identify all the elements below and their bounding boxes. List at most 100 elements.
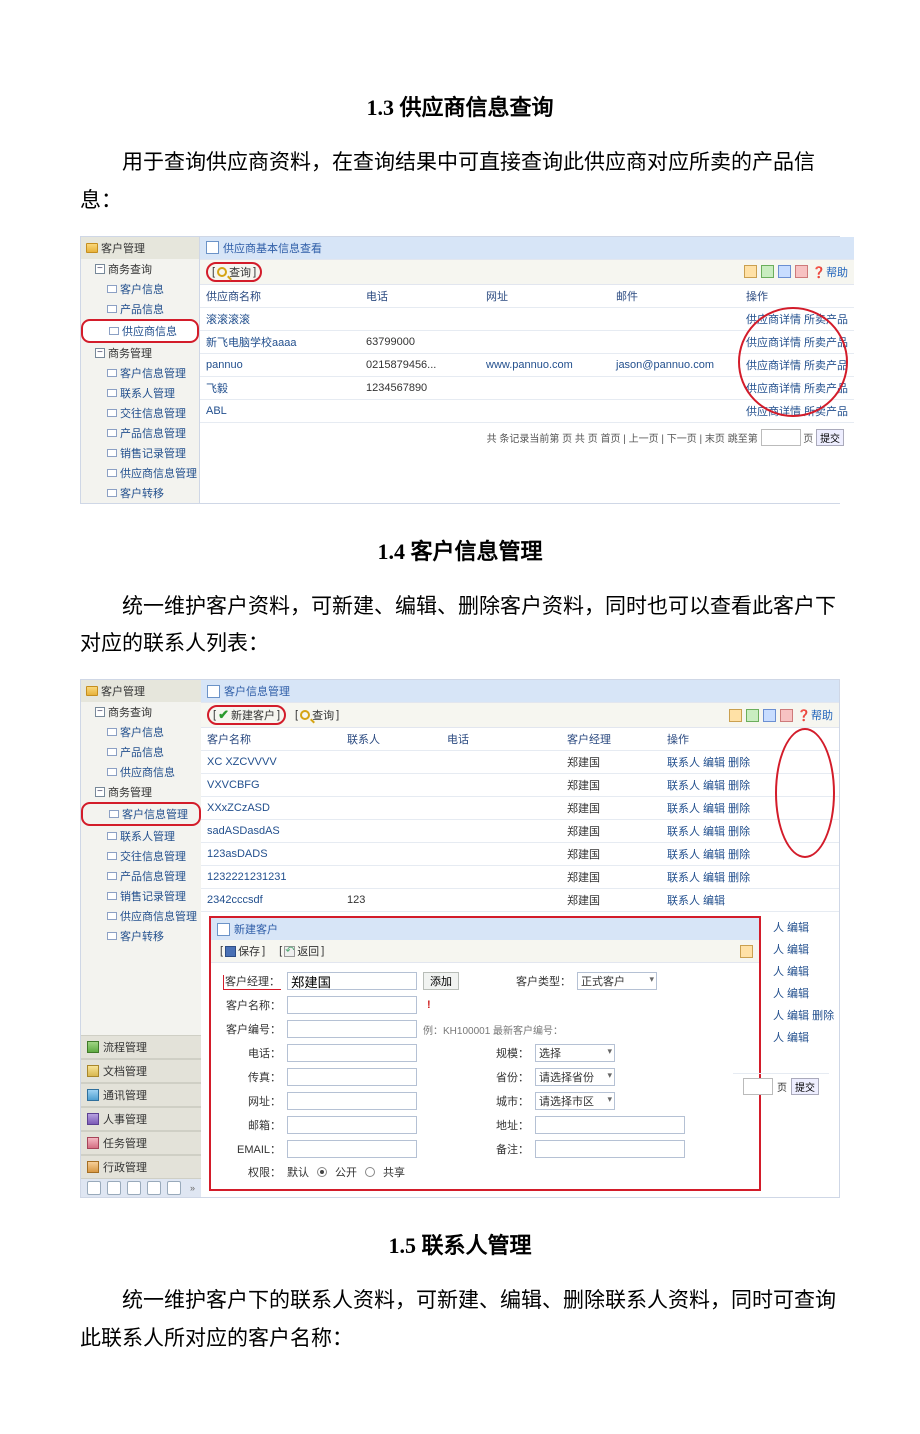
collapse-icon[interactable] xyxy=(95,707,105,717)
name-input[interactable] xyxy=(287,996,417,1014)
supplier-link[interactable]: ABL xyxy=(206,405,227,417)
toolbar-icon[interactable] xyxy=(778,265,791,278)
email-input[interactable] xyxy=(287,1140,417,1158)
radio-share[interactable] xyxy=(365,1167,375,1177)
tree-leaf[interactable]: 销售记录管理 xyxy=(81,443,199,463)
tree-leaf[interactable]: 产品信息 xyxy=(81,742,201,762)
tree-leaf-supplier-info[interactable]: 供应商信息 xyxy=(81,319,199,343)
sidegroup-addr[interactable]: 通讯管理 xyxy=(81,1083,201,1107)
sidegroup-hr[interactable]: 人事管理 xyxy=(81,1107,201,1131)
row-actions[interactable]: 供应商详情 所卖产品 xyxy=(746,334,848,350)
supplier-link[interactable]: 滚滚滚滚 xyxy=(206,314,250,326)
row-actions[interactable]: 人 编辑 xyxy=(769,960,839,982)
row-actions[interactable]: 人 编辑 xyxy=(769,1026,839,1048)
tree-leaf[interactable]: 联系人管理 xyxy=(81,826,201,846)
tree-leaf[interactable]: 客户转移 xyxy=(81,483,199,503)
customer-link[interactable]: 123asDADS xyxy=(207,848,268,860)
site-link[interactable]: www.pannuo.com xyxy=(486,359,573,371)
new-customer-button[interactable]: [✔ 新建客户] xyxy=(207,705,286,725)
row-actions[interactable]: 联系人 编辑 删除 xyxy=(667,777,833,793)
tree-group-2[interactable]: 商务管理 xyxy=(81,343,199,363)
tree-leaf[interactable]: 客户转移 xyxy=(81,926,201,946)
sidegroup-admin[interactable]: 行政管理 xyxy=(81,1155,201,1179)
pager-submit[interactable]: 提交 xyxy=(791,1078,819,1095)
tree-leaf[interactable]: 客户信息管理 xyxy=(81,363,199,383)
sidegroup-doc[interactable]: 文档管理 xyxy=(81,1059,201,1083)
row-actions[interactable]: 联系人 编辑 删除 xyxy=(667,823,833,839)
code-input[interactable] xyxy=(287,1020,417,1038)
bb-icon[interactable] xyxy=(147,1181,161,1195)
pager-input[interactable] xyxy=(743,1078,773,1095)
row-actions[interactable]: 联系人 编辑 删除 xyxy=(667,800,833,816)
addr-input[interactable] xyxy=(535,1116,685,1134)
tel-input[interactable] xyxy=(287,1044,417,1062)
customer-link[interactable]: 2342cccsdf xyxy=(207,894,263,906)
supplier-link[interactable]: pannuo xyxy=(206,359,243,371)
bb-icon[interactable] xyxy=(107,1181,121,1195)
toolbar-icon[interactable] xyxy=(740,945,753,958)
row-actions[interactable]: 联系人 编辑 删除 xyxy=(667,869,833,885)
tree-leaf-product-info[interactable]: 产品信息 xyxy=(81,299,199,319)
mgr-input[interactable] xyxy=(287,972,417,990)
supplier-link[interactable]: 飞毅 xyxy=(206,383,228,395)
bb-icon[interactable] xyxy=(87,1181,101,1195)
row-actions[interactable]: 联系人 编辑 xyxy=(667,892,833,908)
tree-leaf[interactable]: 联系人管理 xyxy=(81,383,199,403)
tree-leaf[interactable]: 销售记录管理 xyxy=(81,886,201,906)
toolbar-icon[interactable] xyxy=(744,265,757,278)
tree-leaf[interactable]: 产品信息管理 xyxy=(81,866,201,886)
toolbar-icon[interactable] xyxy=(795,265,808,278)
tree-leaf[interactable]: 交往信息管理 xyxy=(81,403,199,423)
back-button[interactable]: [ 返回] xyxy=(276,942,327,960)
row-actions[interactable]: 人 编辑 删除 xyxy=(769,1004,839,1026)
tree-leaf[interactable]: 供应商信息管理 xyxy=(81,906,201,926)
remark-input[interactable] xyxy=(535,1140,685,1158)
sidegroup-flow[interactable]: 流程管理 xyxy=(81,1035,201,1059)
customer-link[interactable]: XC XZCVVVV xyxy=(207,756,277,768)
toolbar-icon[interactable] xyxy=(761,265,774,278)
mail-input[interactable] xyxy=(287,1116,417,1134)
tree-leaf[interactable]: 产品信息管理 xyxy=(81,423,199,443)
collapse-icon[interactable] xyxy=(95,264,105,274)
tree-leaf[interactable]: 供应商信息管理 xyxy=(81,463,199,483)
help-link[interactable]: ❓帮助 xyxy=(797,707,833,723)
row-actions[interactable]: 人 编辑 xyxy=(769,982,839,1004)
row-actions[interactable]: 联系人 编辑 删除 xyxy=(667,754,833,770)
type-select[interactable]: 正式客户 xyxy=(577,972,657,990)
tree-leaf-customer-mgmt[interactable]: 客户信息管理 xyxy=(81,802,201,826)
row-actions[interactable]: 供应商详情 所卖产品 xyxy=(746,357,848,373)
toolbar-icon[interactable] xyxy=(746,709,759,722)
row-actions[interactable]: 供应商详情 所卖产品 xyxy=(746,311,848,327)
prov-select[interactable]: 请选择省份 xyxy=(535,1068,615,1086)
customer-link[interactable]: sadASDasdAS xyxy=(207,825,280,837)
customer-link[interactable]: XXxZCzASD xyxy=(207,802,270,814)
row-actions[interactable]: 供应商详情 所卖产品 xyxy=(746,403,848,419)
customer-link[interactable]: 1232221231231 xyxy=(207,871,287,883)
bb-icon[interactable] xyxy=(167,1181,181,1195)
row-actions[interactable]: 人 编辑 xyxy=(769,938,839,960)
city-select[interactable]: 请选择市区 xyxy=(535,1092,615,1110)
search-button[interactable]: [ 查询] xyxy=(292,706,342,724)
row-actions[interactable]: 人 编辑 xyxy=(769,916,839,938)
toolbar-icon[interactable] xyxy=(763,709,776,722)
radio-public[interactable] xyxy=(317,1167,327,1177)
pager-submit[interactable]: 提交 xyxy=(816,429,844,446)
bb-icon[interactable] xyxy=(127,1181,141,1195)
tree-leaf[interactable]: 客户信息 xyxy=(81,722,201,742)
tree-leaf[interactable]: 供应商信息 xyxy=(81,762,201,782)
search-button[interactable]: [ 查询] xyxy=(206,262,262,282)
toolbar-icon[interactable] xyxy=(729,709,742,722)
sidegroup-task[interactable]: 任务管理 xyxy=(81,1131,201,1155)
site-input[interactable] xyxy=(287,1092,417,1110)
row-actions[interactable]: 供应商详情 所卖产品 xyxy=(746,380,848,396)
tree-group-1[interactable]: 商务查询 xyxy=(81,259,199,279)
collapse-icon[interactable] xyxy=(95,787,105,797)
collapse-icon[interactable] xyxy=(95,348,105,358)
mail-link[interactable]: jason@pannuo.com xyxy=(616,359,714,371)
toolbar-icon[interactable] xyxy=(780,709,793,722)
customer-link[interactable]: VXVCBFG xyxy=(207,779,260,791)
tree-leaf[interactable]: 交往信息管理 xyxy=(81,846,201,866)
add-button[interactable]: 添加 xyxy=(423,972,459,990)
fax-input[interactable] xyxy=(287,1068,417,1086)
pager-input[interactable] xyxy=(761,429,801,446)
